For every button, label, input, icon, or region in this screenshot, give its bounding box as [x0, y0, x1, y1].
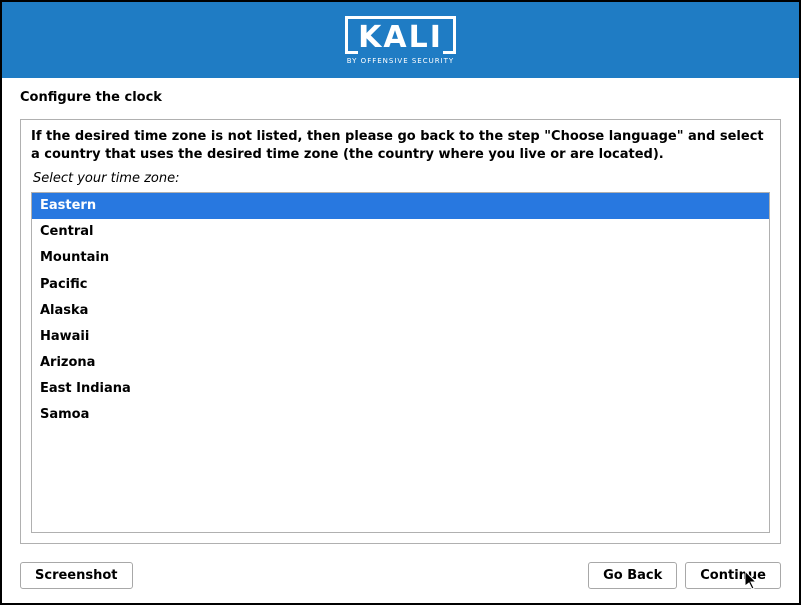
logo-text: KALI	[358, 21, 443, 54]
timezone-option[interactable]: Alaska	[32, 298, 769, 324]
logo-tagline: BY OFFENSIVE SECURITY	[347, 57, 454, 65]
timezone-option[interactable]: East Indiana	[32, 376, 769, 402]
kali-logo: KALI BY OFFENSIVE SECURITY	[345, 16, 456, 65]
footer-bar: Screenshot Go Back Continue	[2, 552, 799, 603]
go-back-button[interactable]: Go Back	[588, 562, 677, 589]
timezone-option[interactable]: Mountain	[32, 245, 769, 271]
instructions-text: If the desired time zone is not listed, …	[31, 128, 770, 163]
timezone-option[interactable]: Samoa	[32, 402, 769, 428]
continue-button[interactable]: Continue	[685, 562, 781, 589]
config-panel: If the desired time zone is not listed, …	[20, 119, 781, 544]
timezone-option[interactable]: Hawaii	[32, 324, 769, 350]
main-content: Configure the clock If the desired time …	[2, 78, 799, 552]
screenshot-button[interactable]: Screenshot	[20, 562, 133, 589]
installer-header: KALI BY OFFENSIVE SECURITY	[2, 2, 799, 78]
timezone-prompt: Select your time zone:	[33, 171, 770, 186]
page-title: Configure the clock	[20, 90, 781, 105]
timezone-option[interactable]: Central	[32, 219, 769, 245]
timezone-option[interactable]: Eastern	[32, 193, 769, 219]
timezone-listbox[interactable]: EasternCentralMountainPacificAlaskaHawai…	[31, 192, 770, 533]
logo-frame: KALI	[345, 16, 456, 54]
timezone-option[interactable]: Arizona	[32, 350, 769, 376]
timezone-option[interactable]: Pacific	[32, 272, 769, 298]
